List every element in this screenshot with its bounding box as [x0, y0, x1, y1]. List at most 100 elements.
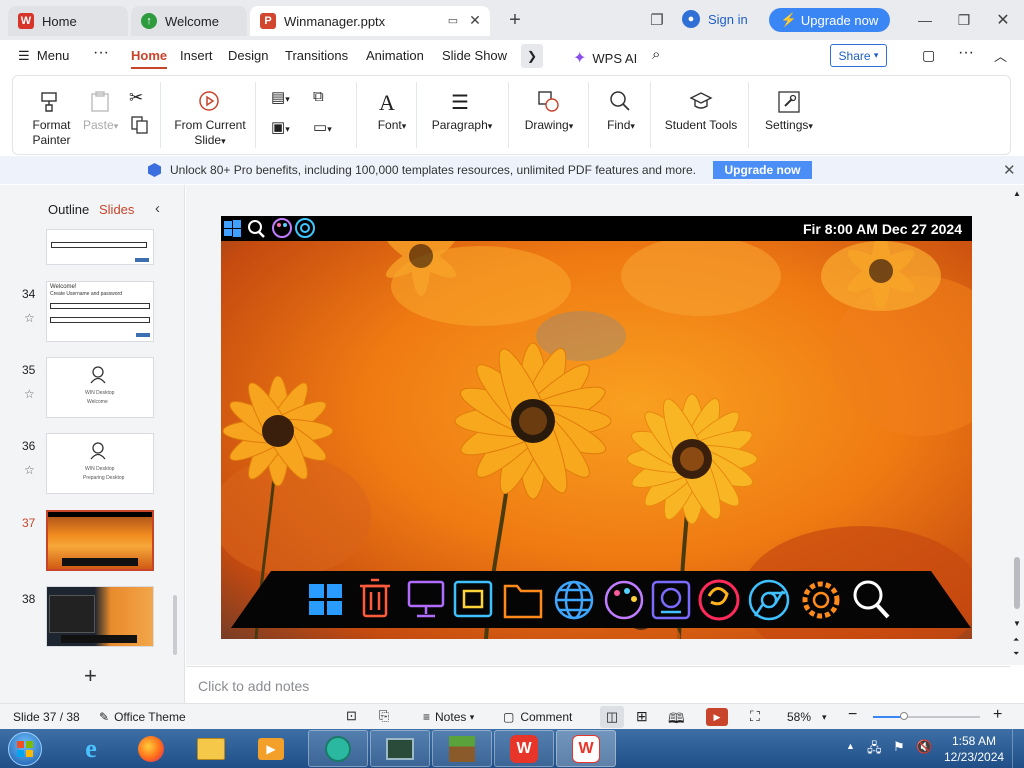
menu-button[interactable]: ☰ Menu — [18, 48, 69, 64]
star-icon[interactable]: ☆ — [24, 387, 35, 401]
minimize-icon[interactable]: — — [915, 10, 935, 30]
star-icon[interactable]: ☆ — [24, 311, 35, 325]
maximize-icon[interactable]: ❐ — [954, 10, 974, 30]
paste-button[interactable]: Paste▾ — [83, 90, 123, 150]
volume-muted-icon[interactable]: 🔇 — [916, 739, 932, 755]
wps-ai-button[interactable]: ✦ WPS AI — [573, 48, 637, 68]
network-icon[interactable]: 🖧 — [867, 739, 882, 761]
menu-slide-show[interactable]: Slide Show — [442, 48, 507, 63]
slide-sorter-icon[interactable]: ⊞ — [636, 708, 648, 725]
slideshow-play-icon[interactable]: ▶ — [706, 708, 728, 726]
scroll-down-icon[interactable]: ▼ — [1013, 619, 1021, 628]
tab-welcome[interactable]: ↑ Welcome — [131, 6, 247, 36]
current-slide[interactable]: Fir 8:00 AM Dec 27 2024 — [221, 216, 972, 639]
comment-button[interactable]: ▢ Comment — [503, 710, 572, 724]
zoom-out-icon[interactable]: − — [848, 706, 857, 724]
taskbar-ie-icon[interactable]: e — [61, 730, 121, 767]
tab-outline[interactable]: Outline — [48, 202, 89, 217]
taskbar-media-icon[interactable]: ▶ — [241, 730, 301, 767]
search-icon[interactable]: ⌕ — [652, 46, 660, 63]
more-icon[interactable]: ··· — [93, 44, 109, 62]
zoom-slider[interactable] — [873, 712, 980, 720]
tab-slides[interactable]: Slides — [99, 202, 134, 217]
slide-thumbnail-34[interactable]: Welcome! Create Username and password — [46, 281, 154, 342]
show-desktop-button[interactable] — [1012, 729, 1024, 768]
scissors-icon[interactable]: ✂ — [129, 88, 143, 108]
paragraph-button[interactable]: ☰ Paragraph▾ — [427, 90, 497, 150]
zoom-dropdown-icon[interactable]: ▾ — [822, 712, 827, 723]
show-hidden-icons[interactable]: ▲ — [846, 741, 855, 751]
drawing-button[interactable]: Drawing▾ — [517, 90, 581, 150]
menu-insert[interactable]: Insert — [180, 48, 213, 63]
flower-right — [626, 393, 758, 525]
theme-button[interactable]: ✎ Office Theme — [99, 710, 186, 724]
share-button[interactable]: Share ▾ — [830, 44, 887, 67]
normal-view-icon[interactable]: ◫ — [600, 706, 624, 728]
taskbar-minecraft-icon[interactable] — [432, 730, 492, 767]
font-button[interactable]: A Font▾ — [368, 90, 416, 150]
new-tab-icon[interactable]: + — [505, 9, 525, 31]
reset-layout-icon[interactable]: ▭▾ — [313, 118, 332, 136]
slide-thumbnail-35[interactable]: WIN Desktop Welcome — [46, 357, 154, 418]
menu-animation[interactable]: Animation — [366, 48, 424, 63]
scroll-up-icon[interactable]: ▲ — [1013, 189, 1021, 198]
slide-thumbnail-36[interactable]: WIN Desktop Preparing Desktop — [46, 433, 154, 494]
notes-pane[interactable]: Click to add notes — [186, 666, 1010, 703]
upgrade-now-button[interactable]: ⚡ Upgrade now — [769, 8, 890, 32]
banner-upgrade-button[interactable]: Upgrade now — [713, 161, 812, 179]
start-button[interactable] — [3, 730, 47, 767]
tab-home[interactable]: W Home — [8, 6, 128, 36]
menu-home[interactable]: Home — [131, 48, 168, 69]
prev-slide-icon[interactable]: ⏶ — [1013, 635, 1019, 645]
find-button[interactable]: Find▾ — [599, 90, 643, 150]
slide-thumbnail-38[interactable] — [46, 586, 154, 647]
comment-bubble-icon[interactable]: ▢ — [922, 47, 935, 64]
more-options-icon[interactable]: ··· — [958, 44, 974, 62]
present-icon[interactable]: ⎘ — [379, 708, 389, 724]
menu-transitions[interactable]: Transitions — [285, 48, 348, 63]
next-slide-icon[interactable]: ⏷ — [1013, 649, 1019, 659]
flag-icon[interactable]: ⚑ — [893, 739, 905, 755]
from-current-label: From Current — [174, 118, 246, 132]
fit-window-icon[interactable]: ⛶ — [750, 708, 760, 725]
zoom-in-icon[interactable]: + — [993, 706, 1002, 724]
student-tools-button[interactable]: Student Tools — [659, 90, 743, 150]
tab-winmanager[interactable]: P Winmanager.pptx ▭ ✕ — [250, 6, 490, 36]
sign-in-button[interactable]: ● Sign in — [682, 10, 748, 28]
panel-scrollbar[interactable] — [173, 595, 177, 655]
taskbar-wps-presentation-icon[interactable]: W — [556, 730, 616, 767]
settings-button[interactable]: Settings▾ — [759, 90, 819, 150]
copy-icon[interactable] — [131, 116, 149, 137]
zoom-level[interactable]: 58% — [787, 710, 811, 724]
menu-design[interactable]: Design — [228, 48, 268, 63]
slide-thumbnail-33[interactable] — [46, 229, 154, 265]
float-window-icon[interactable]: ▭ — [446, 13, 460, 27]
close-banner-icon[interactable]: ✕ — [1003, 161, 1016, 179]
close-tab-icon[interactable]: ✕ — [468, 12, 482, 28]
taskbar-firefox-icon[interactable] — [121, 730, 181, 767]
window-switch-icon[interactable]: ❐ — [648, 11, 666, 29]
new-slide-icon[interactable]: ▤▾ — [271, 88, 290, 106]
clock[interactable]: 1:58 AM 12/23/2024 — [944, 733, 1004, 765]
section-icon[interactable]: ▣▾ — [271, 118, 290, 136]
editor-scrollbar[interactable]: ▲ ▼ ⏶ ⏷ — [1010, 185, 1024, 665]
taskbar-explorer-icon[interactable] — [181, 730, 241, 767]
slide-thumbnail-37[interactable] — [46, 510, 154, 571]
menu-scroll-right-icon[interactable]: ❯ — [521, 44, 543, 68]
taskbar-wps-icon[interactable]: W — [494, 730, 554, 767]
from-current-slide-button[interactable]: From Current Slide▾ — [170, 90, 250, 152]
collapse-panel-icon[interactable]: ‹ — [155, 200, 160, 217]
taskbar-monitor-icon[interactable] — [370, 730, 430, 767]
slide-layout-icon[interactable]: ⧉ — [313, 88, 324, 105]
collapse-ribbon-icon[interactable]: ︿ — [994, 46, 1007, 65]
add-slide-icon[interactable]: + — [84, 663, 97, 689]
scroll-thumb[interactable] — [1014, 557, 1020, 609]
fit-slide-icon[interactable]: ⊡ — [346, 708, 357, 724]
zoom-knob[interactable] — [900, 712, 908, 720]
notes-button[interactable]: ≡ Notes ▾ — [423, 710, 474, 724]
star-icon[interactable]: ☆ — [24, 463, 35, 477]
windows-orb-icon — [8, 731, 42, 766]
taskbar-app-icon[interactable] — [308, 730, 368, 767]
close-window-icon[interactable]: ✕ — [993, 10, 1013, 30]
format-painter-button[interactable]: Format Painter — [29, 90, 71, 154]
